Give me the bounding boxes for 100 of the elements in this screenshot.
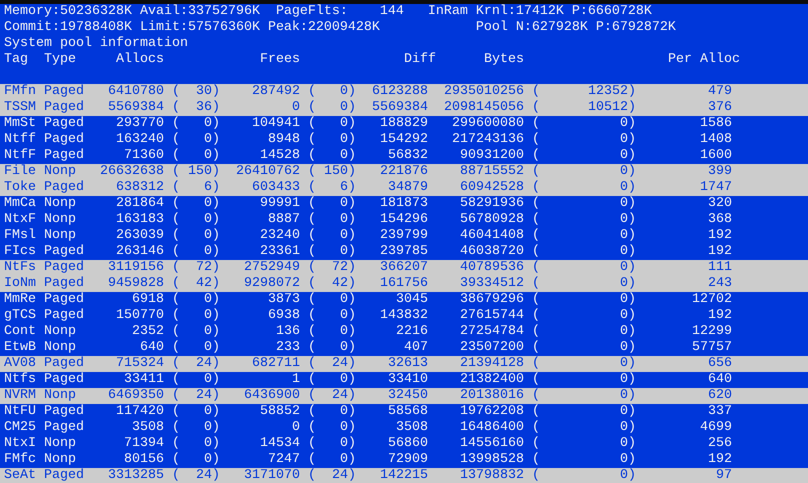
allocs-cell: 26632638 [100, 164, 164, 179]
allocs-change-cell: ( 24) [172, 468, 220, 483]
bytes-cell: 20138016 [460, 388, 524, 403]
frees-cell: 0 [292, 420, 300, 435]
bytes-cell: 2935010256 [444, 84, 524, 99]
diff-cell: 5569384 [372, 100, 428, 115]
bytes-change-cell: ( 0) [532, 372, 636, 387]
allocs-cell: 9459828 [108, 276, 164, 291]
tag-cell: FMsl [4, 228, 36, 243]
allocs-change-cell: ( 0) [172, 308, 220, 323]
type-cell: Nonp [44, 212, 76, 227]
bytes-change-cell: ( 0) [532, 212, 636, 227]
frees-cell: 23361 [260, 244, 300, 259]
type-cell: Nonp [44, 340, 76, 355]
type-cell: Nonp [44, 388, 76, 403]
frees-change-cell: ( 0) [308, 228, 356, 243]
allocs-cell: 6918 [132, 292, 164, 307]
per-alloc-cell: 620 [708, 388, 732, 403]
tag-cell: NtFU [4, 404, 36, 419]
bytes-cell: 56780928 [460, 212, 524, 227]
type-cell: Paged [44, 372, 84, 387]
type-cell: Paged [44, 100, 84, 115]
diff-cell: 181873 [380, 196, 428, 211]
allocs-change-cell: ( 0) [172, 116, 220, 131]
frees-change-cell: ( 0) [308, 132, 356, 147]
allocs-cell: 33411 [124, 372, 164, 387]
diff-cell: 239799 [380, 228, 428, 243]
frees-cell: 6436900 [244, 388, 300, 403]
per-alloc-cell: 97 [716, 468, 732, 483]
per-alloc-cell: 320 [708, 196, 732, 211]
frees-change-cell: ( 24) [308, 356, 356, 371]
bytes-cell: 60942528 [460, 180, 524, 195]
type-cell: Paged [44, 276, 84, 291]
diff-cell: 3045 [396, 292, 428, 307]
allocs-cell: 80156 [124, 452, 164, 467]
diff-cell: 32613 [388, 356, 428, 371]
diff-cell: 188829 [380, 116, 428, 131]
diff-cell: 161756 [380, 276, 428, 291]
frees-change-cell: ( 6) [308, 180, 356, 195]
frees-change-cell: ( 0) [308, 212, 356, 227]
tag-cell: CM25 [4, 420, 36, 435]
bytes-change-cell: ( 0) [532, 244, 636, 259]
bytes-cell: 88715552 [460, 164, 524, 179]
frees-change-cell: ( 0) [308, 436, 356, 451]
frees-change-cell: ( 42) [308, 276, 356, 291]
frees-change-cell: ( 0) [308, 308, 356, 323]
tag-cell: NtxF [4, 212, 36, 227]
allocs-change-cell: ( 0) [172, 292, 220, 307]
allocs-change-cell: ( 0) [172, 212, 220, 227]
frees-cell: 26410762 [236, 164, 300, 179]
frees-change-cell: ( 0) [308, 404, 356, 419]
allocs-cell: 163183 [116, 212, 164, 227]
frees-cell: 1 [292, 372, 300, 387]
per-alloc-cell: 1586 [700, 116, 732, 131]
diff-cell: 58568 [388, 404, 428, 419]
allocs-change-cell: ( 0) [172, 420, 220, 435]
type-cell: Paged [44, 468, 84, 483]
diff-header: Diff [404, 52, 436, 67]
allocs-cell: 3313285 [108, 468, 164, 483]
type-cell: Nonp [44, 452, 76, 467]
type-cell: Paged [44, 356, 84, 371]
bytes-change-cell: ( 0) [532, 404, 636, 419]
allocs-cell: 640 [140, 340, 164, 355]
tag-cell: Ntff [4, 132, 36, 147]
frees-cell: 682711 [252, 356, 300, 371]
tag-cell: NtFs [4, 260, 36, 275]
allocs-cell: 6410780 [108, 84, 164, 99]
diff-cell: 56832 [388, 148, 428, 163]
bytes-change-cell: ( 0) [532, 388, 636, 403]
per-alloc-cell: 256 [708, 436, 732, 451]
diff-cell: 366207 [380, 260, 428, 275]
frees-change-cell: ( 0) [308, 340, 356, 355]
allocs-cell: 117420 [116, 404, 164, 419]
per-alloc-cell: 243 [708, 276, 732, 291]
allocs-cell: 71360 [124, 148, 164, 163]
allocs-cell: 638312 [116, 180, 164, 195]
frees-cell: 99991 [260, 196, 300, 211]
tag-cell: FMfc [4, 452, 36, 467]
diff-cell: 56860 [388, 436, 428, 451]
allocs-change-cell: ( 0) [172, 324, 220, 339]
allocs-cell: 3508 [132, 420, 164, 435]
bytes-cell: 19762208 [460, 404, 524, 419]
tag-cell: FIcs [4, 244, 36, 259]
allocs-change-cell: ( 0) [172, 244, 220, 259]
frees-change-cell: ( 24) [308, 388, 356, 403]
frees-cell: 104941 [252, 116, 300, 131]
allocs-change-cell: ( 6) [172, 180, 220, 195]
diff-cell: 3508 [396, 420, 428, 435]
bytes-change-cell: ( 0) [532, 180, 636, 195]
allocs-header: Allocs [116, 52, 164, 67]
tag-cell: IoNm [4, 276, 36, 291]
tag-cell: MmRe [4, 292, 36, 307]
per-alloc-cell: 12299 [692, 324, 732, 339]
diff-cell: 142215 [380, 468, 428, 483]
bytes-cell: 14556160 [460, 436, 524, 451]
type-cell: Nonp [44, 196, 76, 211]
per-alloc-cell: 57757 [692, 340, 732, 355]
per-alloc-header: Per Alloc [668, 52, 740, 67]
frees-cell: 8948 [268, 132, 300, 147]
allocs-change-cell: ( 0) [172, 196, 220, 211]
